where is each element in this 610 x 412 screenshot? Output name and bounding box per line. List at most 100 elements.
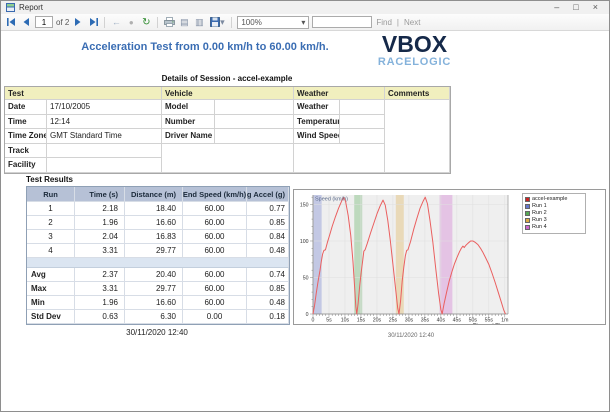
results-cell: 60.00 — [183, 296, 247, 310]
window-controls: – □ × — [554, 1, 604, 14]
legend-item[interactable]: Run 2 — [525, 210, 583, 217]
toolbar-separator — [104, 17, 105, 28]
results-cell: 0.74 — [247, 268, 289, 282]
previous-page-button[interactable] — [20, 16, 32, 28]
page-setup-button[interactable]: ▥ — [193, 16, 205, 28]
legend-item[interactable]: Run 4 — [525, 224, 583, 231]
close-button[interactable]: × — [593, 1, 598, 14]
results-cell: 0.77 — [247, 202, 289, 216]
session-label: Driver Name — [162, 129, 215, 144]
chart-legend: accel-exampleRun 1Run 2Run 3Run 4 — [522, 193, 586, 234]
svg-text:35s: 35s — [421, 318, 430, 324]
legend-label: Run 3 — [532, 217, 547, 224]
results-cell: 0.00 — [183, 310, 247, 324]
session-value — [47, 158, 162, 173]
find-button[interactable]: Find — [376, 18, 392, 27]
stop-rendering-button[interactable]: ● — [125, 16, 137, 28]
session-label: Time — [5, 115, 47, 130]
zoom-select[interactable]: 100% ▾ — [237, 16, 309, 29]
stop-icon: ● — [129, 18, 134, 27]
last-page-button[interactable] — [87, 16, 99, 28]
results-cell: 16.60 — [125, 216, 183, 230]
svg-text:10s: 10s — [341, 318, 350, 324]
legend-swatch-icon — [525, 197, 530, 202]
find-input[interactable] — [312, 16, 372, 28]
save-export-icon — [210, 17, 220, 27]
print-layout-button[interactable]: ▤ — [178, 16, 190, 28]
vbox-racelogic-logo: VBOX RACELOGIC — [358, 33, 471, 68]
export-button[interactable]: ▾ — [208, 16, 226, 28]
legend-swatch-icon — [525, 218, 530, 223]
results-spacer-row — [27, 258, 289, 268]
session-label: Date — [5, 100, 47, 115]
session-weather-empty — [294, 144, 385, 173]
legend-label: accel-example — [532, 196, 567, 203]
results-cell: 1.96 — [75, 296, 125, 310]
titlebar: Report – □ × — [1, 1, 609, 14]
results-cell: 3.31 — [75, 282, 125, 296]
minimize-button[interactable]: – — [554, 1, 559, 14]
first-page-icon — [7, 18, 16, 26]
speed-chart-panel: 05s10s15s20s25s30s35s40s45s50s55s1m05010… — [293, 189, 606, 325]
svg-text:40s: 40s — [437, 318, 446, 324]
session-value: 17/10/2005 — [47, 100, 162, 115]
results-cell: 0.85 — [247, 282, 289, 296]
results-cell: 3 — [27, 230, 75, 244]
session-group-vehicle: Vehicle — [162, 87, 294, 100]
toolbar-separator — [157, 17, 158, 28]
logo-racelogic-text: RACELOGIC — [358, 57, 471, 68]
back-to-parent-button[interactable]: ← — [110, 16, 122, 28]
legend-swatch-icon — [525, 204, 530, 209]
results-summary-label: Max — [27, 282, 75, 296]
legend-item: accel-example — [525, 196, 583, 203]
session-value — [215, 115, 294, 130]
results-cell: 0.48 — [247, 244, 289, 258]
page-setup-icon: ▥ — [195, 17, 204, 28]
print-button[interactable] — [163, 16, 175, 28]
find-next-button[interactable]: Next — [404, 18, 420, 27]
page-number-input[interactable] — [35, 16, 53, 28]
session-value — [340, 100, 385, 115]
printer-icon — [164, 17, 175, 27]
results-cell: 4 — [27, 244, 75, 258]
svg-text:45s: 45s — [453, 318, 462, 324]
zoom-caret-icon: ▾ — [301, 18, 305, 27]
results-cell: 60.00 — [183, 202, 247, 216]
zoom-value: 100% — [241, 18, 261, 27]
session-group-test: Test — [5, 87, 162, 100]
results-cell: 60.00 — [183, 268, 247, 282]
legend-label: Run 1 — [532, 203, 547, 210]
results-cell: 60.00 — [183, 216, 247, 230]
results-cell: 1 — [27, 202, 75, 216]
report-window-icon — [6, 3, 15, 12]
session-value — [340, 115, 385, 130]
results-cell: 29.77 — [125, 282, 183, 296]
report-toolbar: of 2 ← ● ↻ — [1, 14, 609, 31]
maximize-button[interactable]: □ — [573, 1, 578, 14]
report-page: Acceleration Test from 0.00 km/h to 60.0… — [1, 31, 609, 411]
refresh-button[interactable]: ↻ — [140, 16, 152, 28]
results-column-header: End Speed (km/h) — [183, 187, 247, 202]
legend-label: Run 2 — [532, 210, 547, 217]
report-window: Report – □ × of 2 — [0, 0, 610, 412]
session-label: Model — [162, 100, 215, 115]
legend-item[interactable]: Run 1 — [525, 203, 583, 210]
results-cell: 2.37 — [75, 268, 125, 282]
legend-label: Run 4 — [532, 224, 547, 231]
session-vehicle-empty — [162, 144, 294, 173]
run-band — [314, 195, 322, 314]
last-page-icon — [89, 18, 98, 26]
first-page-button[interactable] — [5, 16, 17, 28]
session-group-weather: Weather — [294, 87, 385, 100]
chart-xlabel: Elapsed Time — [473, 324, 508, 325]
next-page-button[interactable] — [72, 16, 84, 28]
legend-item[interactable]: Run 3 — [525, 217, 583, 224]
svg-text:15s: 15s — [357, 318, 366, 324]
results-summary-label: Avg — [27, 268, 75, 282]
legend-swatch-icon — [525, 211, 530, 216]
report-title: Acceleration Test from 0.00 km/h to 60.0… — [1, 41, 409, 53]
results-cell: 60.00 — [183, 244, 247, 258]
session-group-comments: Comments — [385, 87, 450, 100]
export-caret-icon: ▾ — [220, 17, 225, 28]
refresh-icon: ↻ — [142, 17, 150, 28]
